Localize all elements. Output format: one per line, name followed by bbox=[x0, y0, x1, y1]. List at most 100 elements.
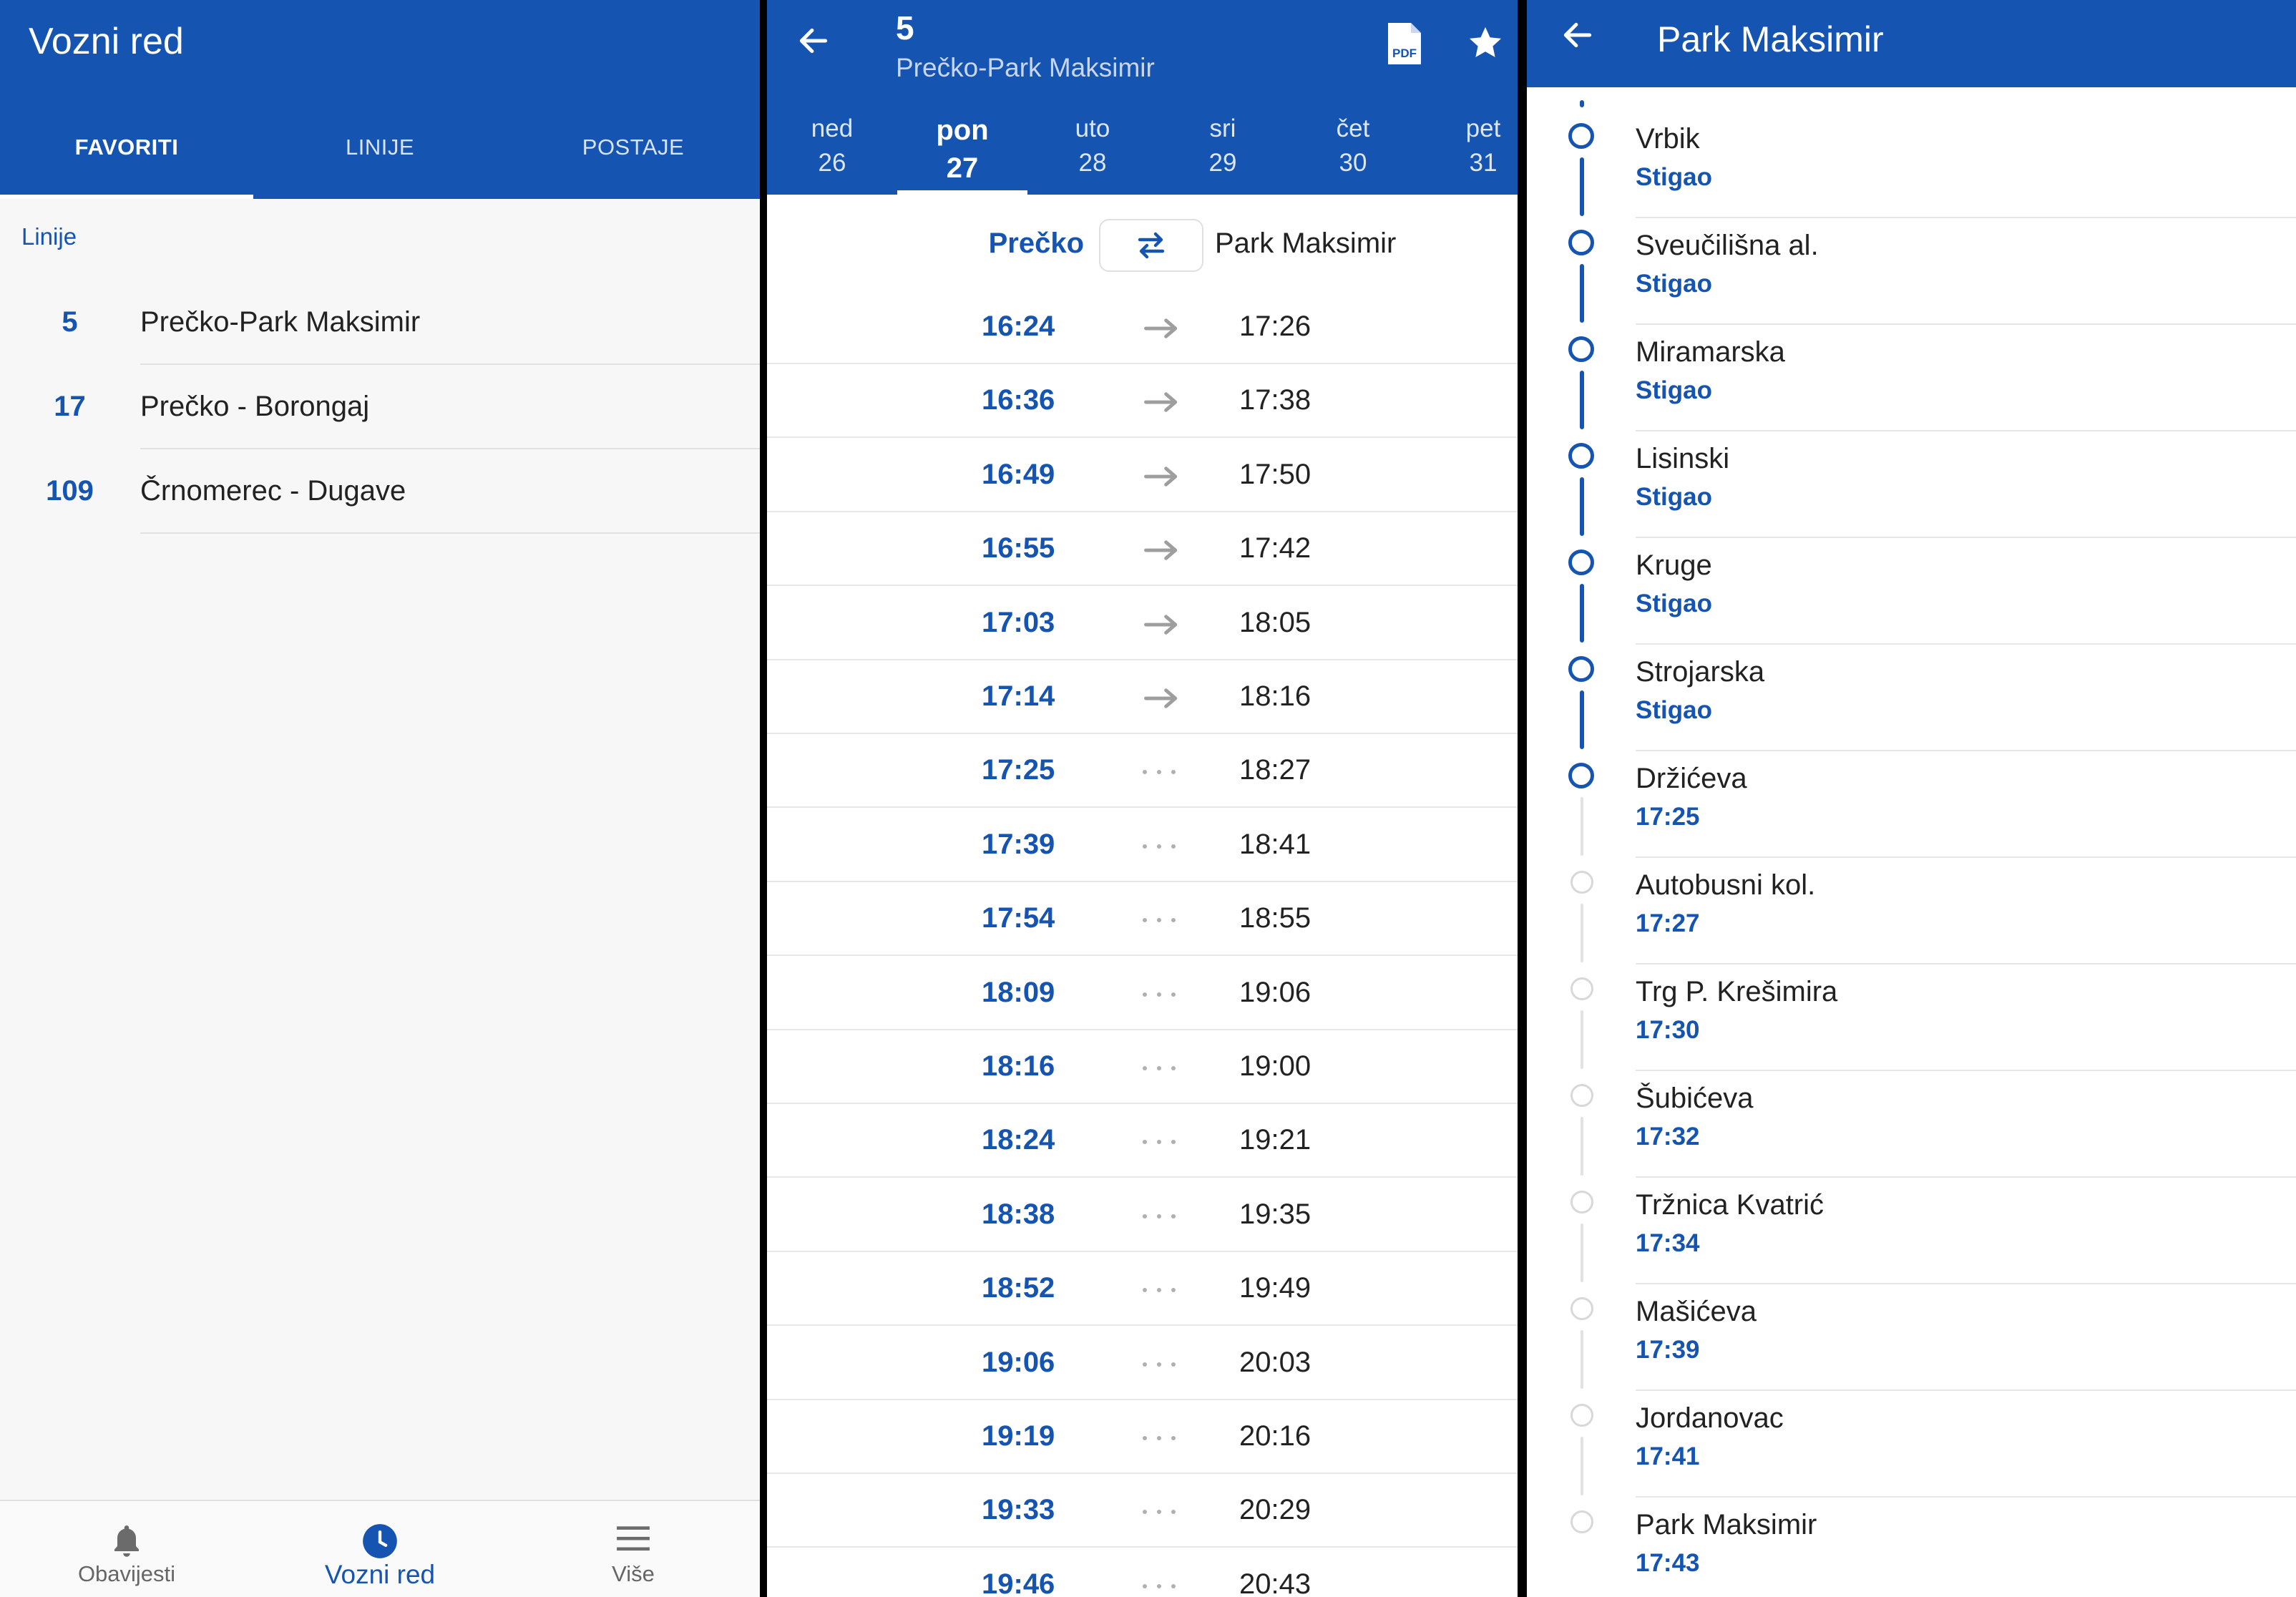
departure-time: 16:49 bbox=[982, 458, 1055, 490]
stop-item[interactable]: Strojarska Stigao bbox=[1527, 645, 2296, 751]
departure-time: 18:52 bbox=[982, 1272, 1055, 1304]
departure-row[interactable]: 19:46 20:43 bbox=[767, 1548, 1518, 1597]
tab-postaje[interactable]: POSTAJE bbox=[507, 122, 760, 199]
arrival-time: 19:35 bbox=[1239, 1198, 1311, 1230]
stop-item[interactable]: Lisinski Stigao bbox=[1527, 431, 2296, 538]
stop-status: Stigao bbox=[1636, 270, 1712, 298]
stop-item[interactable]: Sveučilišna al. Stigao bbox=[1527, 218, 2296, 325]
dots-icon bbox=[1128, 1131, 1199, 1153]
departure-row[interactable]: 16:55 17:42 bbox=[767, 512, 1518, 587]
arrival-time: 20:43 bbox=[1239, 1568, 1311, 1597]
arrival-time: 20:03 bbox=[1239, 1346, 1311, 1378]
back-arrow-icon[interactable] bbox=[796, 23, 831, 62]
stop-item[interactable]: Tržnica Kvatrić 17:34 bbox=[1527, 1178, 2296, 1284]
nav-vozni-red[interactable]: Vozni red bbox=[253, 1501, 507, 1597]
favorite-line-item[interactable]: 109 Črnomerec - Dugave bbox=[0, 449, 760, 534]
departure-row[interactable]: 18:16 19:00 bbox=[767, 1030, 1518, 1104]
nav-label: Više bbox=[612, 1561, 655, 1586]
departure-time: 17:54 bbox=[982, 902, 1055, 934]
nav-vise[interactable]: Više bbox=[507, 1501, 760, 1597]
day-tab-sri[interactable]: sri 29 bbox=[1158, 107, 1288, 195]
stop-marker-icon bbox=[1568, 443, 1594, 469]
stop-item[interactable]: Trg P. Krešimira 17:30 bbox=[1527, 964, 2296, 1071]
arrival-time: 19:00 bbox=[1239, 1050, 1311, 1082]
departure-row[interactable]: 18:24 19:21 bbox=[767, 1104, 1518, 1178]
departure-time: 18:09 bbox=[982, 976, 1055, 1008]
departure-time: 19:46 bbox=[982, 1568, 1055, 1597]
arrival-time: 18:55 bbox=[1239, 902, 1311, 934]
stop-status: Stigao bbox=[1636, 163, 1712, 191]
pdf-icon[interactable]: PDF bbox=[1385, 21, 1424, 69]
dots-icon bbox=[1128, 1427, 1199, 1449]
departure-row[interactable]: 16:36 17:38 bbox=[767, 364, 1518, 439]
arrival-time: 19:49 bbox=[1239, 1272, 1311, 1304]
line-number: 5 bbox=[896, 9, 914, 47]
nav-obavijesti[interactable]: Obavijesti bbox=[0, 1501, 253, 1597]
back-arrow-icon[interactable] bbox=[1560, 17, 1596, 57]
stop-marker-icon bbox=[1568, 336, 1594, 362]
stop-marker-icon bbox=[1570, 1191, 1593, 1213]
divider bbox=[140, 532, 760, 534]
dots-icon bbox=[1128, 1279, 1199, 1301]
stop-item[interactable]: Miramarska Stigao bbox=[1527, 325, 2296, 431]
departure-row[interactable]: 19:19 20:16 bbox=[767, 1400, 1518, 1474]
favorite-line-item[interactable]: 17 Prečko - Borongaj bbox=[0, 365, 760, 449]
origin-stop: Prečko bbox=[988, 228, 1084, 259]
route-line bbox=[1580, 264, 1584, 323]
app-bar: Vozni red FAVORITI LINIJE POSTAJE bbox=[0, 0, 760, 199]
departure-row[interactable]: 19:06 20:03 bbox=[767, 1327, 1518, 1400]
departure-row[interactable]: 17:03 18:05 bbox=[767, 587, 1518, 660]
star-icon[interactable] bbox=[1467, 24, 1504, 65]
departure-time: 17:14 bbox=[982, 680, 1055, 712]
arrival-time: 18:05 bbox=[1239, 606, 1311, 638]
day-tab-pon[interactable]: pon 27 bbox=[897, 107, 1027, 195]
stop-item[interactable]: Vrbik Stigao bbox=[1527, 112, 2296, 218]
stop-status: 17:43 bbox=[1636, 1549, 1700, 1577]
stop-item[interactable]: Šubićeva 17:32 bbox=[1527, 1071, 2296, 1178]
departure-row[interactable]: 18:38 19:35 bbox=[767, 1178, 1518, 1252]
departure-row[interactable]: 17:25 18:27 bbox=[767, 734, 1518, 809]
favorite-line-item[interactable]: 5 Prečko-Park Maksimir bbox=[0, 280, 760, 365]
stop-item[interactable]: Jordanovac 17:41 bbox=[1527, 1391, 2296, 1498]
section-title: Linije bbox=[21, 223, 77, 250]
tab-favoriti[interactable]: FAVORITI bbox=[0, 122, 253, 199]
day-tab-ned[interactable]: ned 26 bbox=[767, 107, 897, 195]
arrow-right-icon bbox=[1128, 539, 1199, 561]
tab-bar: FAVORITI LINIJE POSTAJE bbox=[0, 122, 760, 199]
stop-item[interactable]: Park Maksimir 17:43 bbox=[1527, 1498, 2296, 1597]
departure-time: 17:25 bbox=[982, 754, 1055, 786]
departure-row[interactable]: 17:14 18:16 bbox=[767, 660, 1518, 734]
route-line bbox=[1581, 1330, 1583, 1389]
tab-linije[interactable]: LINIJE bbox=[253, 122, 507, 199]
departure-row[interactable]: 18:09 19:06 bbox=[767, 957, 1518, 1030]
stop-marker-icon bbox=[1568, 763, 1594, 788]
departure-row[interactable]: 17:54 18:55 bbox=[767, 882, 1518, 957]
arrival-time: 17:38 bbox=[1239, 384, 1311, 416]
arrival-time: 19:21 bbox=[1239, 1124, 1311, 1156]
arrival-time: 20:16 bbox=[1239, 1420, 1311, 1452]
day-tab-uto[interactable]: uto 28 bbox=[1027, 107, 1158, 195]
stop-marker-icon bbox=[1570, 1084, 1593, 1107]
dots-icon bbox=[1128, 761, 1199, 783]
stop-status: 17:32 bbox=[1636, 1123, 1700, 1151]
departure-time: 18:24 bbox=[982, 1124, 1055, 1156]
swap-direction-button[interactable] bbox=[1099, 219, 1203, 272]
departure-time: 18:16 bbox=[982, 1050, 1055, 1082]
stop-status: 17:41 bbox=[1636, 1442, 1700, 1470]
stop-name: Mašićeva bbox=[1636, 1296, 1757, 1327]
stop-item[interactable]: Mašićeva 17:39 bbox=[1527, 1284, 2296, 1391]
day-tab-pet[interactable]: pet 31 bbox=[1418, 107, 1518, 195]
departure-row[interactable]: 17:39 18:41 bbox=[767, 809, 1518, 882]
departure-time: 16:36 bbox=[982, 384, 1055, 416]
bell-icon bbox=[109, 1523, 144, 1563]
departure-row[interactable]: 19:33 20:29 bbox=[767, 1474, 1518, 1548]
day-tab-cet[interactable]: čet 30 bbox=[1288, 107, 1418, 195]
departure-row[interactable]: 18:52 19:49 bbox=[767, 1252, 1518, 1327]
departure-row[interactable]: 16:24 17:26 bbox=[767, 290, 1518, 364]
stop-item[interactable]: Držićeva 17:25 bbox=[1527, 751, 2296, 858]
arrival-time: 17:42 bbox=[1239, 532, 1311, 565]
stop-item[interactable]: Autobusni kol. 17:27 bbox=[1527, 858, 2296, 964]
departure-row[interactable]: 16:49 17:50 bbox=[767, 439, 1518, 512]
direction-selector: Prečko Park Maksimir bbox=[767, 207, 1518, 279]
stop-item[interactable]: Kruge Stigao bbox=[1527, 538, 2296, 645]
